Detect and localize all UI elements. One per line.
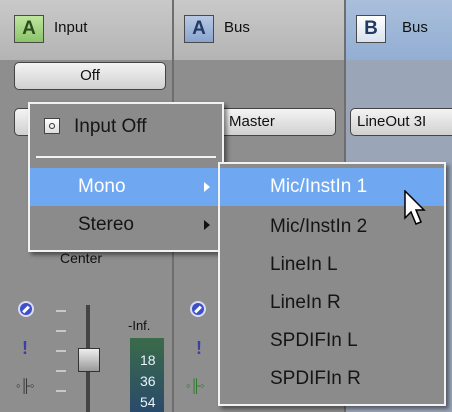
lineout-routing-button[interactable]: LineOut 3I <box>350 108 452 136</box>
mouse-cursor-icon <box>404 190 426 225</box>
fader-tick <box>56 350 66 352</box>
submenu-item[interactable]: LineIn L <box>220 246 444 284</box>
submenu-item[interactable]: SPDIFIn L <box>220 322 444 360</box>
submenu-arrow-icon <box>204 220 210 230</box>
link-icon[interactable]: ◦╟◦ <box>16 378 34 393</box>
solo-icon[interactable]: ! <box>196 338 202 359</box>
menu-separator <box>36 156 216 158</box>
meter-peak: -Inf. <box>128 318 151 333</box>
fader-tick <box>56 390 66 392</box>
fader-tick <box>56 370 66 372</box>
submenu-item-label: LineIn L <box>270 254 338 275</box>
menu-item-input-off[interactable]: Input Off <box>30 108 222 146</box>
channel-label: Bus <box>402 19 428 36</box>
submenu-arrow-icon <box>204 182 210 192</box>
menu-item-label: Input Off <box>74 116 147 137</box>
submenu-item[interactable]: SPDIFIn R <box>220 360 444 398</box>
meter-scale: 18 <box>140 352 156 368</box>
channel-header-bus-b: B Bus <box>346 0 452 60</box>
pan-label: Center <box>60 250 103 266</box>
submenu-item-label: SPDIFIn L <box>270 330 358 351</box>
meter-scale: 36 <box>140 373 156 389</box>
fader-handle[interactable] <box>78 348 100 372</box>
submenu-item-label: LineIn R <box>270 292 341 313</box>
radio-icon <box>44 118 60 134</box>
level-meter: 18 36 54 <box>130 338 164 412</box>
menu-item-label: Stereo <box>78 214 134 235</box>
submenu-item-label: Mic/InstIn 2 <box>270 216 368 237</box>
menu-item-mono[interactable]: Mono <box>30 168 222 206</box>
input-off-button[interactable]: Off <box>14 62 166 90</box>
mute-icon[interactable] <box>18 301 34 317</box>
meter-scale: 54 <box>140 394 156 410</box>
submenu-item-label: Mic/InstIn 1 <box>270 176 368 197</box>
submenu-item[interactable]: LineIn R <box>220 284 444 322</box>
channel-label: Input <box>54 19 88 36</box>
channel-label: Bus <box>224 19 250 36</box>
channel-header-bus-a: A Bus <box>174 0 344 60</box>
channel-badge: A <box>184 15 214 43</box>
channel-badge: B <box>356 15 386 43</box>
menu-item-stereo[interactable]: Stereo <box>30 206 222 244</box>
menu-item-label: Mono <box>78 176 126 197</box>
channel-header-input: A Input <box>0 0 172 60</box>
fader-tick <box>56 310 66 312</box>
channel-badge: A <box>14 15 44 43</box>
master-label: Master <box>229 113 275 130</box>
mute-icon[interactable] <box>190 301 206 317</box>
input-context-menu: Input Off Mono Stereo <box>28 102 224 252</box>
fader-tick <box>56 330 66 332</box>
solo-icon[interactable]: ! <box>22 338 28 359</box>
link-icon[interactable]: ◦╟◦ <box>186 378 204 393</box>
submenu-item-label: SPDIFIn R <box>270 368 361 389</box>
